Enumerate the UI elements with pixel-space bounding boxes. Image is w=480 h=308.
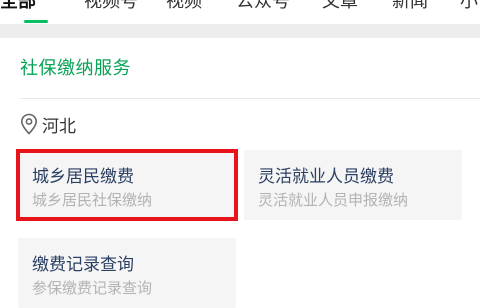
service-card-subtitle: 灵活就业人员申报缴纳 — [258, 191, 409, 209]
tab-videos[interactable]: 视频 — [166, 0, 202, 16]
tab-more[interactable]: 小 — [460, 0, 478, 16]
active-tab-indicator — [24, 20, 48, 23]
highlight-annotation-box — [16, 149, 238, 221]
service-card-subtitle: 参保缴费记录查询 — [32, 279, 153, 297]
service-card-payment-record-query[interactable]: 缴费记录查询 参保缴费记录查询 — [18, 238, 236, 308]
tab-news[interactable]: 新闻 — [392, 0, 428, 16]
section-title: 社保缴纳服务 — [20, 58, 131, 79]
location-label: 河北 — [42, 116, 76, 137]
tab-all[interactable]: 全部 — [0, 0, 36, 16]
tab-official-accounts[interactable]: 公众号 — [236, 0, 290, 16]
service-card-title: 灵活就业人员缴费 — [258, 167, 394, 187]
location-pin-icon — [20, 113, 38, 135]
service-card-flexible-employment-payment[interactable]: 灵活就业人员缴费 灵活就业人员申报缴纳 — [244, 150, 462, 220]
search-tabs-bar: 全部 视频号 视频 公众号 文章 新闻 小 — [0, 0, 480, 24]
title-divider — [20, 98, 480, 99]
tab-articles[interactable]: 文章 — [322, 0, 358, 16]
service-card-title: 缴费记录查询 — [32, 255, 134, 275]
section-divider — [0, 24, 480, 38]
location-selector[interactable]: 河北 — [20, 112, 76, 137]
tab-channels[interactable]: 视频号 — [84, 0, 138, 16]
